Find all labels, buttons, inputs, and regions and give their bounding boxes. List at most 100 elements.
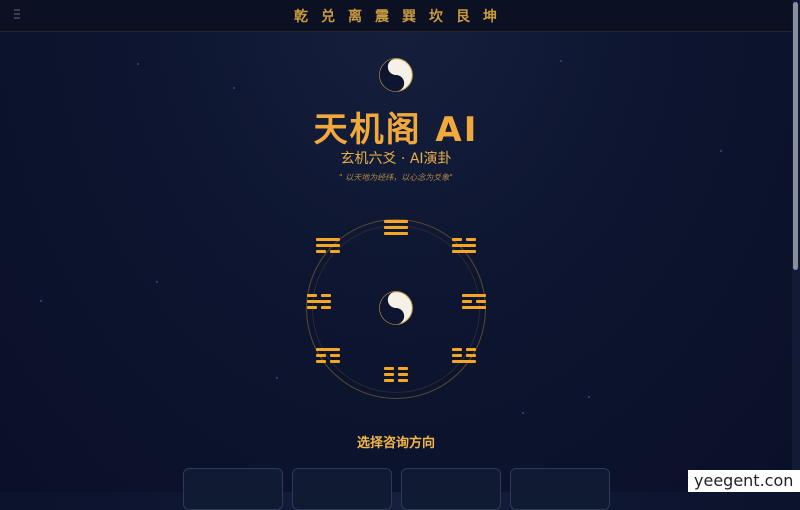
trigram-line bbox=[316, 244, 340, 247]
consult-option-card[interactable] bbox=[292, 468, 392, 510]
page-title: 天机阁 AI bbox=[313, 110, 479, 150]
trigram-kun: 坤 bbox=[483, 8, 498, 25]
broken-line-segment bbox=[466, 238, 476, 241]
trigram-name-row: 乾 兑 离 震 巽 坎 艮 坤 bbox=[294, 6, 498, 26]
trigram-line bbox=[316, 238, 340, 241]
broken-line-segment bbox=[462, 300, 472, 303]
solid-line bbox=[307, 300, 331, 303]
broken-line-segment bbox=[398, 379, 408, 382]
star-decoration bbox=[137, 63, 139, 65]
star-decoration bbox=[276, 377, 278, 379]
broken-line-segment bbox=[398, 373, 408, 376]
broken-line-segment bbox=[330, 360, 340, 363]
trigram-dui: 兑 bbox=[321, 8, 336, 25]
trigram-symbol-xun[interactable] bbox=[316, 238, 340, 254]
broken-line-segment bbox=[330, 250, 340, 253]
trigram-gen: 艮 bbox=[456, 8, 471, 25]
consult-option-card[interactable] bbox=[401, 468, 501, 510]
trigram-line bbox=[384, 226, 408, 229]
broken-line-segment bbox=[316, 250, 326, 253]
trigram-kan: 坎 bbox=[429, 8, 444, 25]
trigram-line bbox=[452, 354, 476, 357]
broken-line-segment bbox=[384, 373, 394, 376]
trigram-line bbox=[384, 220, 408, 223]
center-yin-yang-icon bbox=[379, 291, 413, 325]
trigram-line bbox=[452, 250, 476, 253]
watermark: yeegent.con bbox=[688, 470, 800, 492]
trigram-symbol-gen[interactable] bbox=[316, 348, 340, 364]
broken-line-segment bbox=[398, 367, 408, 370]
star-decoration bbox=[588, 396, 590, 398]
broken-line-segment bbox=[321, 306, 331, 309]
page-scrollbar[interactable] bbox=[792, 0, 800, 492]
menu-icon[interactable] bbox=[14, 7, 22, 25]
broken-line-segment bbox=[307, 294, 317, 297]
trigram-qian: 乾 bbox=[294, 8, 309, 25]
trigram-line bbox=[316, 348, 340, 351]
trigram-symbol-qian[interactable] bbox=[384, 220, 408, 236]
consult-option-card[interactable] bbox=[183, 468, 283, 510]
solid-line bbox=[316, 348, 340, 351]
star-decoration bbox=[560, 60, 562, 62]
solid-line bbox=[452, 244, 476, 247]
solid-line bbox=[462, 294, 486, 297]
broken-line-segment bbox=[321, 294, 331, 297]
trigram-line bbox=[384, 379, 408, 382]
trigram-line bbox=[462, 306, 486, 309]
star-decoration bbox=[522, 412, 524, 414]
solid-line bbox=[462, 306, 486, 309]
trigram-line bbox=[462, 300, 486, 303]
trigram-line bbox=[316, 354, 340, 357]
broken-line-segment bbox=[466, 348, 476, 351]
broken-line-segment bbox=[384, 367, 394, 370]
broken-line-segment bbox=[316, 360, 326, 363]
broken-line-segment bbox=[476, 300, 486, 303]
trigram-line bbox=[316, 360, 340, 363]
broken-line-segment bbox=[452, 238, 462, 241]
star-decoration bbox=[233, 87, 235, 89]
trigram-line bbox=[384, 373, 408, 376]
broken-line-segment bbox=[466, 354, 476, 357]
solid-line bbox=[384, 220, 408, 223]
trigram-line bbox=[452, 348, 476, 351]
star-decoration bbox=[156, 281, 158, 283]
trigram-xun: 巽 bbox=[402, 8, 417, 25]
solid-line bbox=[384, 226, 408, 229]
broken-line-segment bbox=[307, 306, 317, 309]
star-decoration bbox=[40, 300, 42, 302]
solid-line bbox=[384, 232, 408, 235]
trigram-zhen: 震 bbox=[375, 8, 390, 25]
trigram-line bbox=[384, 367, 408, 370]
consult-section-title: 选择咨询方向 bbox=[356, 436, 435, 451]
broken-line-segment bbox=[452, 348, 462, 351]
trigram-symbol-li[interactable] bbox=[462, 294, 486, 310]
trigram-symbol-zhen[interactable] bbox=[452, 348, 476, 364]
scrollbar-thumb[interactable] bbox=[793, 2, 798, 270]
broken-line-segment bbox=[330, 354, 340, 357]
solid-line bbox=[316, 244, 340, 247]
trigram-line bbox=[384, 232, 408, 235]
trigram-symbol-kun[interactable] bbox=[384, 367, 408, 383]
trigram-line bbox=[307, 306, 331, 309]
trigram-symbol-dui[interactable] bbox=[452, 238, 476, 254]
trigram-line bbox=[307, 300, 331, 303]
trigram-line bbox=[452, 238, 476, 241]
solid-line bbox=[452, 250, 476, 253]
broken-line-segment bbox=[452, 354, 462, 357]
consult-option-card[interactable] bbox=[510, 468, 610, 510]
broken-line-segment bbox=[316, 354, 326, 357]
solid-line bbox=[316, 238, 340, 241]
page-subtitle: 玄机六爻 · AI演卦 bbox=[340, 151, 452, 167]
trigram-symbol-kan[interactable] bbox=[307, 294, 331, 310]
motto-text: " 以天地为经纬，以心念为爻象" bbox=[339, 173, 453, 182]
trigram-li: 离 bbox=[348, 8, 363, 25]
trigram-line bbox=[462, 294, 486, 297]
trigram-line bbox=[452, 244, 476, 247]
top-bar: 乾 兑 离 震 巽 坎 艮 坤 bbox=[0, 0, 792, 32]
solid-line bbox=[452, 360, 476, 363]
yin-yang-icon bbox=[379, 58, 413, 92]
broken-line-segment bbox=[384, 379, 394, 382]
trigram-line bbox=[307, 294, 331, 297]
trigram-line bbox=[452, 360, 476, 363]
trigram-line bbox=[316, 250, 340, 253]
